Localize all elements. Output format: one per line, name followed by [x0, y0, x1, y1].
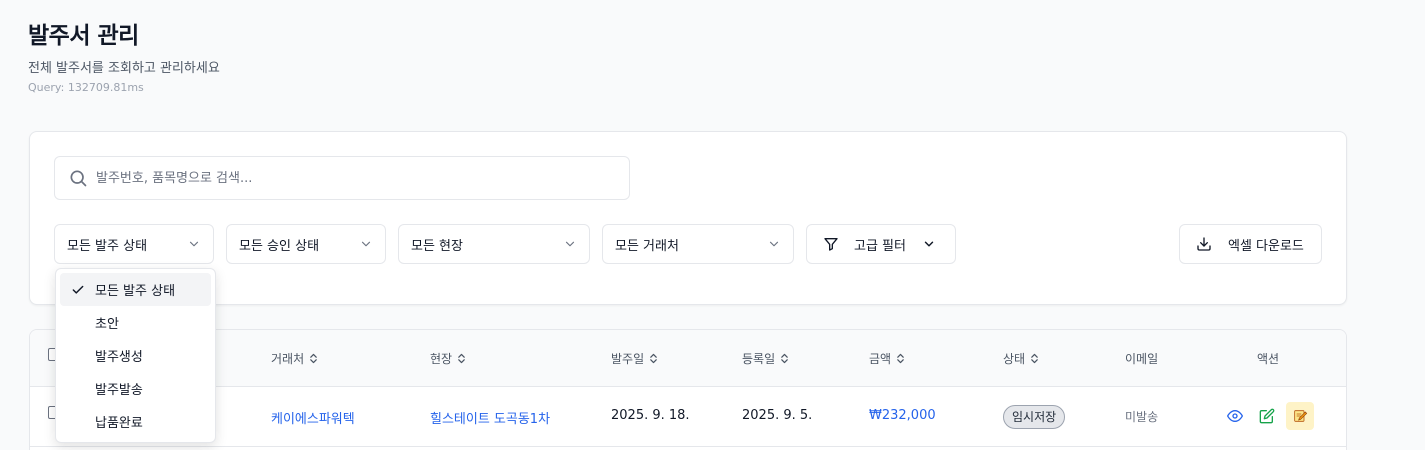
header-site-label: 현장	[430, 352, 453, 366]
header-email-label: 이메일	[1125, 352, 1159, 366]
approval-status-select[interactable]: 모든 승인 상태	[226, 224, 386, 264]
sort-icon	[781, 353, 788, 364]
check-icon	[72, 285, 84, 294]
chevron-down-icon	[361, 241, 371, 247]
header-amount-label: 금액	[869, 352, 892, 366]
status-badge: 임시저장	[1003, 405, 1066, 429]
sort-icon	[310, 353, 317, 364]
reg-date: 2025. 9. 5.	[742, 408, 813, 423]
orders-table: 거래처 현장 발주일 등록일 금액 상태 이메일 액션 케이에스파워텍 힐스테이…	[29, 329, 1347, 450]
header-site[interactable]: 현장	[430, 350, 466, 367]
header-actions-label: 액션	[1257, 352, 1280, 366]
chevron-down-icon	[189, 241, 199, 247]
header-email: 이메일	[1125, 350, 1158, 367]
search-icon	[70, 170, 87, 187]
dropdown-option-label: 발주발송	[95, 383, 143, 398]
excel-download-label: 엑셀 다운로드	[1228, 238, 1304, 254]
filter-card: 모든 발주 상태 모든 승인 상태 모든 현장 모든 거래처 고급 필터 엑셀 …	[29, 131, 1347, 305]
order-status-value: 모든 발주 상태	[67, 238, 148, 254]
header-reg-date-label: 등록일	[742, 352, 776, 366]
edit-button[interactable]	[1253, 402, 1281, 430]
dropdown-option-delivered[interactable]: 납품완료	[60, 405, 211, 438]
site-select[interactable]: 모든 현장	[398, 224, 590, 264]
sort-icon	[897, 353, 904, 364]
download-icon	[1197, 237, 1211, 251]
dropdown-option-all[interactable]: 모든 발주 상태	[60, 273, 211, 306]
amount: ₩232,000	[869, 408, 936, 423]
view-button[interactable]	[1221, 402, 1249, 430]
email-status: 미발송	[1125, 410, 1159, 424]
edit-icon	[1259, 408, 1275, 424]
dropdown-option-label: 모든 발주 상태	[95, 284, 176, 299]
sort-icon	[458, 353, 465, 364]
query-time: Query: 132709.81ms	[28, 81, 144, 94]
memo-icon	[1294, 410, 1308, 422]
header-amount[interactable]: 금액	[869, 350, 905, 367]
page-title: 발주서 관리	[28, 23, 139, 49]
dropdown-option-label: 납품완료	[95, 416, 143, 431]
dropdown-option-label: 초안	[95, 317, 119, 332]
eye-icon	[1227, 410, 1243, 422]
order-status-dropdown: 모든 발주 상태 초안 발주생성 발주발송 납품완료	[55, 268, 216, 443]
draft-button[interactable]	[1286, 402, 1314, 430]
chevron-down-icon	[769, 241, 779, 247]
dropdown-option-created[interactable]: 발주생성	[60, 339, 211, 372]
dropdown-option-draft[interactable]: 초안	[60, 306, 211, 339]
page-subtitle: 전체 발주서를 조회하고 관리하세요	[28, 61, 220, 76]
order-date: 2025. 9. 18.	[611, 408, 690, 423]
header-status-label: 상태	[1003, 352, 1026, 366]
header-vendor-label: 거래처	[271, 352, 305, 366]
header-vendor[interactable]: 거래처	[271, 350, 318, 367]
vendor-value: 모든 거래처	[615, 238, 679, 254]
header-status[interactable]: 상태	[1003, 350, 1039, 367]
dropdown-option-sent[interactable]: 발주발송	[60, 372, 211, 405]
chevron-down-icon	[565, 241, 575, 247]
search-box[interactable]	[54, 156, 630, 200]
header-actions: 액션	[1257, 350, 1279, 367]
sort-icon	[1031, 353, 1038, 364]
header-reg-date[interactable]: 등록일	[742, 350, 789, 367]
approval-status-value: 모든 승인 상태	[239, 238, 320, 254]
header-order-date-label: 발주일	[611, 352, 645, 366]
sort-icon	[650, 353, 657, 364]
chevron-down-icon	[924, 241, 934, 247]
filter-icon	[824, 238, 838, 251]
header-order-date[interactable]: 발주일	[611, 350, 658, 367]
order-status-select[interactable]: 모든 발주 상태	[54, 224, 214, 264]
advanced-filter-label: 고급 필터	[854, 238, 906, 254]
advanced-filter-button[interactable]: 고급 필터	[806, 224, 956, 264]
vendor-select[interactable]: 모든 거래처	[602, 224, 794, 264]
excel-download-button[interactable]: 엑셀 다운로드	[1179, 224, 1322, 264]
dropdown-option-label: 발주생성	[95, 350, 143, 365]
table-row[interactable]: 케이에스파워텍 힐스테이트 도곡동1차 2025. 9. 18. 2025. 9…	[30, 387, 1346, 447]
table-header: 거래처 현장 발주일 등록일 금액 상태 이메일 액션	[30, 330, 1346, 387]
site-value: 모든 현장	[411, 238, 463, 254]
search-input[interactable]	[96, 170, 596, 186]
site-link[interactable]: 힐스테이트 도곡동1차	[430, 408, 550, 427]
vendor-link[interactable]: 케이에스파워텍	[271, 408, 355, 427]
